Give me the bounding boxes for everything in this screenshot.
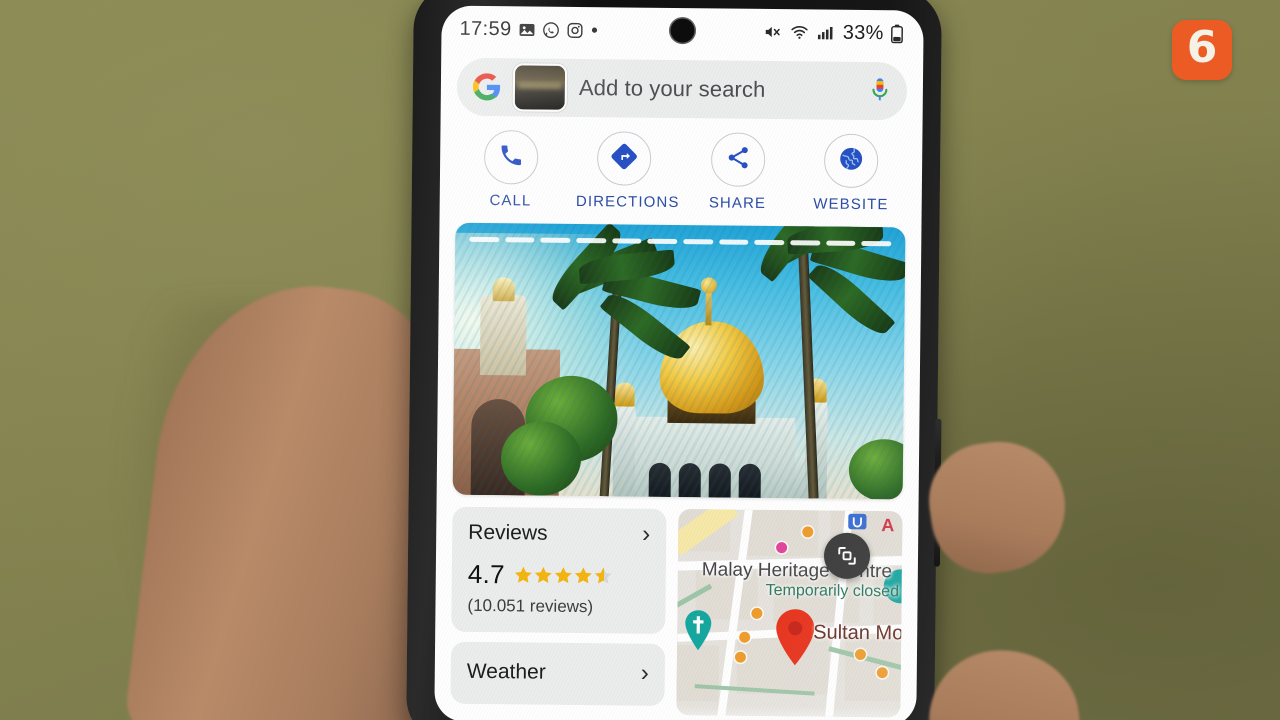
website-button-label: WEBSITE (813, 195, 889, 214)
share-icon (725, 144, 751, 175)
scene: 17:59 33% Add to your search CALL DIRECT… (0, 0, 1280, 720)
star-icon (534, 566, 552, 583)
chevron-right-icon[interactable]: › (642, 521, 650, 548)
search-bar[interactable]: Add to your search (456, 57, 908, 121)
rating-value: 4.7 (467, 558, 506, 590)
share-button-circle (710, 132, 766, 187)
reviews-card[interactable]: Reviews › 4.7 (10.051 reviews) (451, 506, 667, 634)
directions-button-circle (597, 131, 652, 186)
map-pin-sultan-mosque[interactable] (773, 608, 818, 666)
story-segment[interactable] (647, 238, 678, 245)
weather-title: Weather (466, 659, 546, 684)
map-block (844, 638, 903, 702)
whatsapp-icon (542, 21, 559, 38)
map-poi-dot[interactable] (854, 648, 867, 661)
google-g-icon (472, 73, 501, 101)
phone-screen[interactable]: 17:59 33% Add to your search CALL DIRECT… (434, 5, 924, 720)
directions-button[interactable]: DIRECTIONS (575, 131, 680, 212)
weather-card-header: Weather › (466, 659, 649, 687)
mute-icon (763, 23, 783, 41)
reviews-card-header: Reviews › (468, 520, 650, 548)
website-button-circle (824, 133, 879, 189)
wifi-icon (790, 23, 810, 41)
map-poi-dot[interactable] (751, 607, 763, 619)
battery-icon (890, 24, 903, 43)
share-button-label: SHARE (708, 194, 767, 212)
search-input[interactable]: Add to your search (579, 75, 857, 104)
church-pin-icon[interactable] (683, 609, 713, 651)
map-poi-dot[interactable] (876, 667, 888, 679)
watermark-label: 6 (1186, 22, 1218, 73)
left-column: Reviews › 4.7 (10.051 reviews) Weather › (450, 506, 667, 706)
museum-icon[interactable] (846, 513, 868, 533)
story-segment[interactable] (754, 239, 785, 246)
map-poi-dot[interactable] (739, 631, 751, 643)
reviews-title: Reviews (468, 520, 548, 545)
directions-icon (610, 142, 638, 175)
letter-a-marker: A (881, 515, 895, 536)
map-poi-dot[interactable] (802, 526, 814, 538)
status-bar: 17:59 33% (441, 6, 923, 57)
hero-screen-moire (452, 222, 906, 500)
story-segment[interactable] (611, 238, 642, 244)
map-bottom-fade (676, 705, 901, 718)
status-clock: 17:59 (459, 17, 512, 40)
star-icon (594, 567, 612, 584)
review-count: (10.051 reviews) (467, 595, 594, 617)
map-pin-label: Sultan Mos (813, 621, 903, 645)
star-icon (554, 567, 572, 584)
map-poi-dot[interactable] (734, 651, 747, 663)
globe-icon (837, 144, 865, 177)
story-segment[interactable] (683, 239, 714, 245)
expand-map-icon[interactable] (823, 532, 871, 580)
story-segment[interactable] (576, 237, 607, 244)
photos-icon (518, 21, 535, 38)
hero-photo-sultan-mosque[interactable] (452, 222, 906, 500)
star-icon (574, 567, 592, 584)
front-camera-punch-hole (668, 16, 697, 45)
phone-icon (498, 142, 524, 173)
call-button-label: CALL (489, 192, 532, 210)
star-rating (514, 565, 613, 585)
action-button-row: CALL DIRECTIONS SHARE WEBSITE (440, 116, 923, 222)
bottom-section: Reviews › 4.7 (10.051 reviews) Weather › (450, 506, 903, 718)
call-button-circle (483, 129, 539, 185)
status-left-group: 17:59 (459, 17, 598, 41)
lens-image-chip[interactable] (512, 63, 568, 112)
battery-percent-label: 33% (842, 21, 884, 44)
dot-icon (591, 26, 599, 34)
rating-row: 4.7 (468, 559, 650, 592)
story-segment[interactable] (469, 236, 500, 243)
chevron-right-icon[interactable]: › (641, 660, 649, 687)
signal-icon (817, 23, 835, 41)
map-preview[interactable]: A Malay Heritage Centre Temporarily clos… (676, 509, 903, 718)
share-button[interactable]: SHARE (689, 132, 786, 212)
website-button[interactable]: WEBSITE (803, 133, 900, 213)
channel-watermark-logo: 6 (1172, 20, 1232, 80)
weather-card[interactable]: Weather › (450, 641, 666, 706)
star-icon (514, 566, 532, 583)
call-button[interactable]: CALL (462, 129, 559, 210)
story-segment[interactable] (540, 237, 571, 243)
directions-button-label: DIRECTIONS (575, 192, 680, 212)
map-block (676, 644, 720, 702)
phone-device: 17:59 33% Add to your search CALL DIRECT… (406, 0, 942, 720)
story-segment[interactable] (718, 239, 749, 245)
map-poi-dot[interactable] (776, 542, 788, 554)
map-label-temporarily-closed: Temporarily closed (765, 581, 900, 601)
instagram-icon (566, 21, 583, 38)
story-segment[interactable] (790, 240, 821, 246)
story-segment[interactable] (504, 237, 535, 243)
story-segment[interactable] (861, 240, 892, 247)
story-segment[interactable] (825, 240, 856, 246)
microphone-icon[interactable] (869, 76, 891, 106)
status-right-group: 33% (763, 20, 904, 44)
